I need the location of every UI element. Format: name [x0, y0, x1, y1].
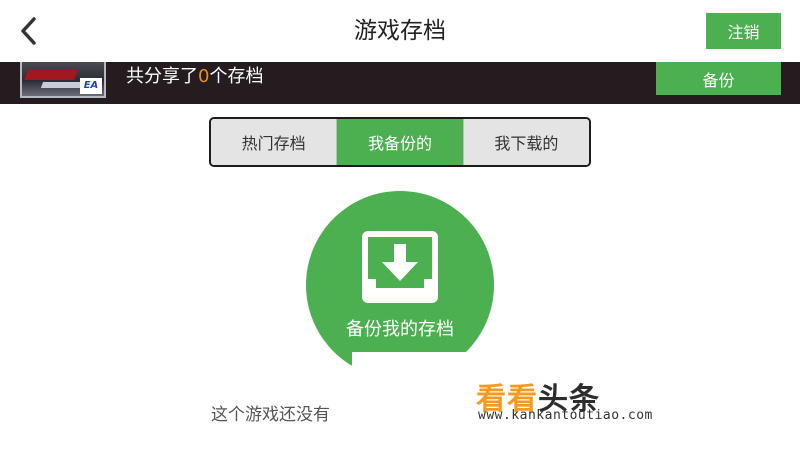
game-thumbnail: EA: [20, 62, 106, 98]
share-prefix: 共分享了: [126, 66, 198, 87]
game-banner: EA 共分享了0个存档 备份: [0, 62, 800, 104]
share-summary: 共分享了0个存档: [126, 62, 263, 92]
share-suffix: 个存档: [209, 66, 264, 87]
save-tabs: 热门存档 我备份的 我下载的: [209, 117, 591, 167]
page-title: 游戏存档: [354, 18, 446, 44]
chevron-left-icon: [21, 17, 36, 45]
watermark: 看看头条 www.kankantoutiao.com: [352, 352, 732, 450]
tab-my-downloads[interactable]: 我下载的: [462, 119, 589, 165]
publisher-logo: EA: [80, 78, 102, 94]
empty-state-hint: 这个游戏还没有: [211, 405, 330, 425]
backup-my-saves-label: 备份我的存档: [346, 319, 454, 340]
top-navigation-bar: 游戏存档 注销: [0, 0, 800, 62]
backup-my-saves-button[interactable]: 备份我的存档: [306, 191, 494, 379]
watermark-url: www.kankantoutiao.com: [478, 408, 653, 423]
logout-button[interactable]: 注销: [706, 13, 781, 49]
backup-button[interactable]: 备份: [656, 62, 781, 95]
share-count: 0: [198, 66, 210, 87]
tab-hot-saves[interactable]: 热门存档: [211, 119, 337, 165]
download-tray-icon: [362, 231, 438, 303]
back-button[interactable]: [14, 14, 46, 48]
tab-my-backups[interactable]: 我备份的: [336, 119, 463, 165]
